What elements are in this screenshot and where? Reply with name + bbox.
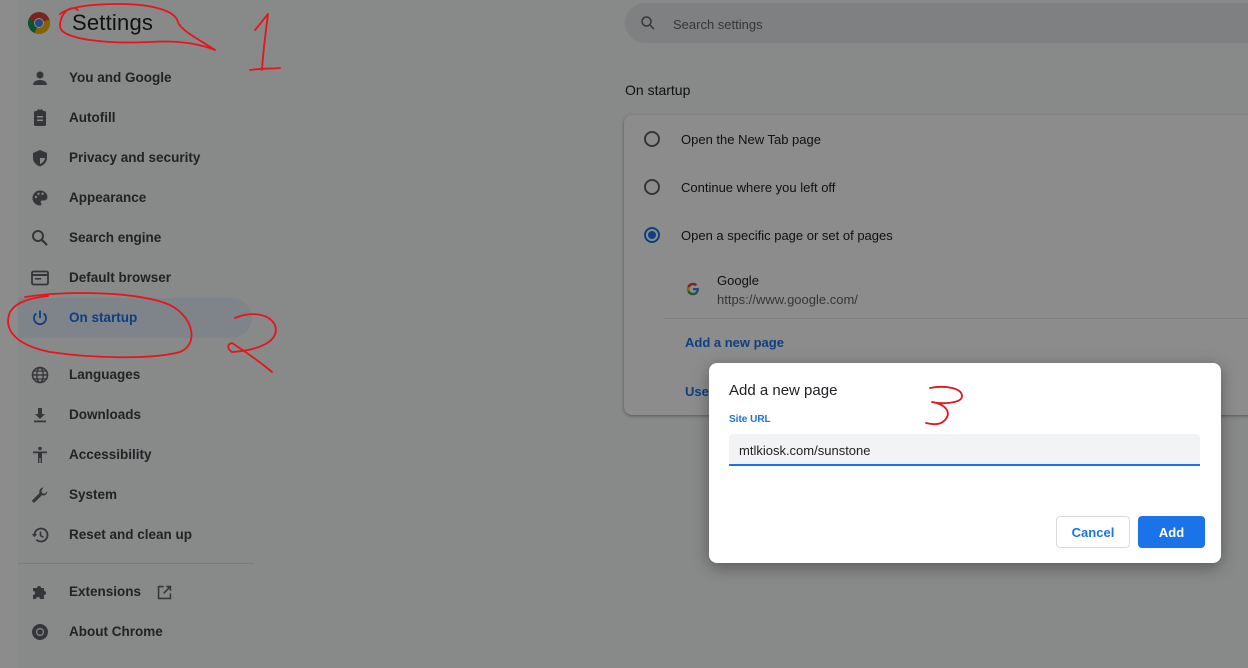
site-url-field[interactable] [729, 434, 1200, 466]
site-url-input[interactable] [737, 440, 1196, 460]
add-page-dialog: Add a new page Site URL Cancel Add [709, 363, 1221, 563]
site-url-label: Site URL [729, 414, 771, 425]
settings-page: Settings You and Google Autofill Privacy… [0, 0, 1248, 668]
add-button[interactable]: Add [1138, 516, 1205, 548]
dialog-title: Add a new page [729, 382, 838, 399]
modal-backdrop[interactable] [0, 0, 1248, 668]
cancel-button[interactable]: Cancel [1056, 516, 1130, 548]
